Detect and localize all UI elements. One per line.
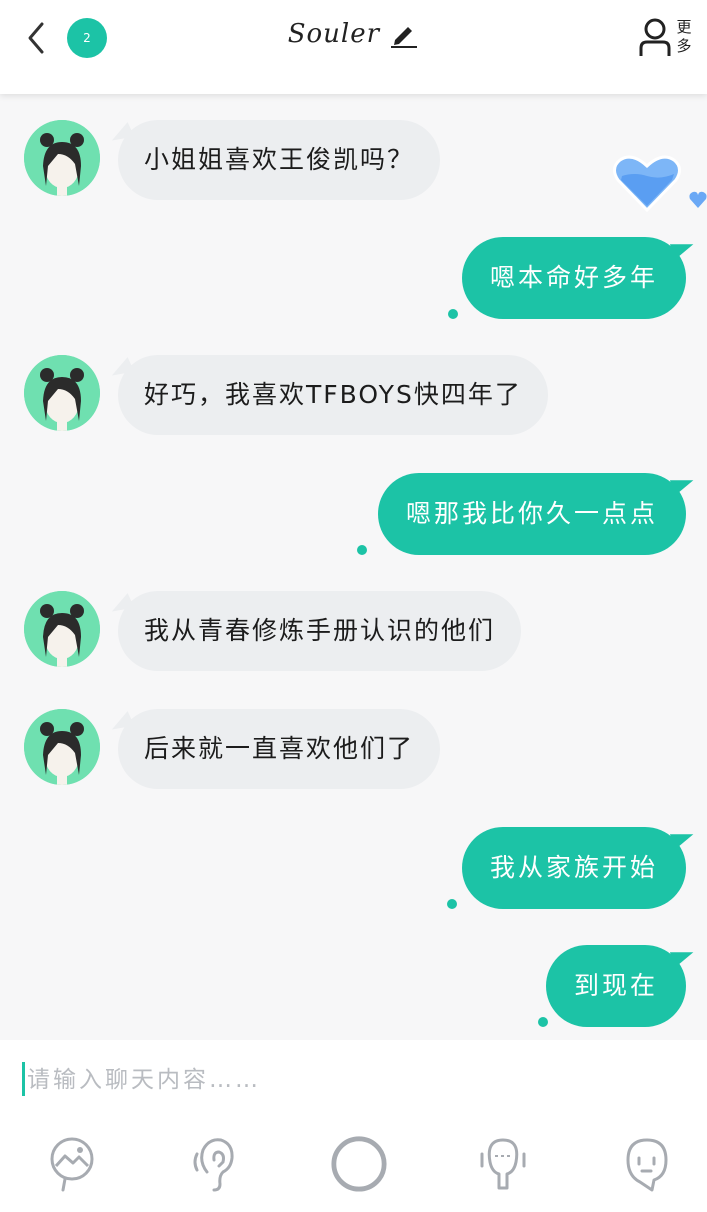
incoming-message-bubble[interactable]: 小姐姐喜欢王俊凯吗？ xyxy=(118,120,441,200)
incoming-message-bubble[interactable]: 后来就一直喜欢他们了 xyxy=(118,709,441,789)
microphone-icon xyxy=(480,1138,526,1190)
avatar-image xyxy=(24,591,100,667)
emoji-button[interactable] xyxy=(618,1132,676,1194)
read-status-dot xyxy=(538,1017,548,1027)
top-bar: 2 Souler 更多 xyxy=(0,0,707,94)
voice-button[interactable] xyxy=(474,1132,532,1194)
image-button[interactable] xyxy=(43,1132,101,1194)
heart-icon xyxy=(689,191,707,208)
chat-input[interactable] xyxy=(27,1062,667,1098)
avatar[interactable] xyxy=(24,709,100,785)
chat-title-text: Souler xyxy=(287,19,381,49)
read-status-dot xyxy=(448,309,458,319)
chat-title[interactable]: Souler xyxy=(0,18,707,49)
circle-icon xyxy=(331,1136,387,1192)
avatar-image xyxy=(24,120,100,196)
read-status-dot xyxy=(357,545,367,555)
outgoing-message-bubble[interactable]: 我从家族开始 xyxy=(461,827,686,909)
ear-icon xyxy=(193,1138,234,1192)
avatar[interactable] xyxy=(24,120,100,196)
chat-messages[interactable]: 小姐姐喜欢王俊凯吗？ 嗯本命好多年 好巧，我喜欢TFBOYS快四年了 嗯那我比你… xyxy=(0,94,707,1040)
outgoing-message-bubble[interactable]: 嗯本命好多年 xyxy=(461,237,686,319)
more-button[interactable]: 更多 xyxy=(674,18,694,56)
pencil-icon[interactable] xyxy=(389,20,419,48)
avatar-image xyxy=(24,709,100,785)
incoming-message-bubble[interactable]: 我从青春修炼手册认识的他们 xyxy=(118,591,522,671)
avatar[interactable] xyxy=(24,591,100,667)
avatar-image xyxy=(24,355,100,431)
text-cursor xyxy=(22,1062,25,1096)
avatar[interactable] xyxy=(24,355,100,431)
outgoing-message-bubble[interactable]: 嗯那我比你久一点点 xyxy=(377,473,686,555)
record-button[interactable] xyxy=(330,1132,390,1194)
listen-button[interactable] xyxy=(187,1132,245,1194)
emoji-face-icon xyxy=(626,1138,668,1192)
heart-icon xyxy=(613,155,681,213)
incoming-message-bubble[interactable]: 好巧，我喜欢TFBOYS快四年了 xyxy=(118,355,548,435)
outgoing-message-bubble[interactable]: 到现在 xyxy=(545,945,686,1027)
image-icon xyxy=(50,1137,94,1192)
user-icon[interactable] xyxy=(638,18,672,58)
read-status-dot xyxy=(447,899,457,909)
